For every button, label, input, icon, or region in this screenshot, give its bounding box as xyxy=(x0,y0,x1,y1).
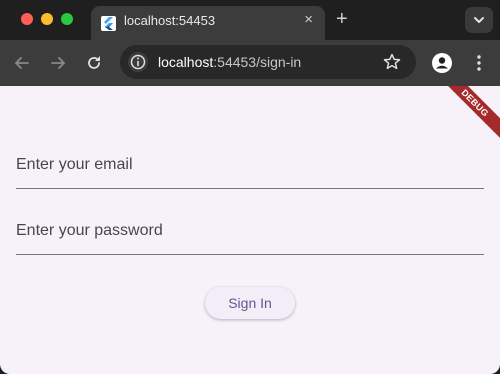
sign-in-page: Enter your email Enter your password Sig… xyxy=(0,86,500,374)
email-field[interactable]: Enter your email xyxy=(16,148,484,189)
browser-window: localhost:54453 × + localhost:54453/sign… xyxy=(0,0,500,374)
close-window-button[interactable] xyxy=(21,13,33,25)
sign-in-button[interactable]: Sign In xyxy=(205,287,295,319)
email-placeholder: Enter your email xyxy=(16,156,133,173)
bookmark-star-icon[interactable] xyxy=(382,52,402,72)
tab-title: localhost:54453 xyxy=(124,13,216,28)
tab-search-button[interactable] xyxy=(465,7,493,33)
url-path: :54453/sign-in xyxy=(213,54,302,70)
back-icon[interactable] xyxy=(12,53,32,73)
close-tab-icon[interactable]: × xyxy=(304,12,313,27)
site-info-icon[interactable] xyxy=(128,52,148,72)
menu-icon[interactable] xyxy=(469,53,489,73)
debug-banner: DEBUG xyxy=(431,86,500,147)
address-bar[interactable]: localhost:54453/sign-in xyxy=(120,45,416,79)
maximize-window-button[interactable] xyxy=(61,13,73,25)
profile-icon[interactable] xyxy=(431,52,453,74)
tab-strip: localhost:54453 × + xyxy=(0,0,500,40)
url-text: localhost:54453/sign-in xyxy=(158,54,301,70)
reload-icon[interactable] xyxy=(84,53,104,73)
minimize-window-button[interactable] xyxy=(41,13,53,25)
flutter-favicon xyxy=(101,16,116,31)
new-tab-icon[interactable]: + xyxy=(336,9,348,29)
browser-toolbar: localhost:54453/sign-in xyxy=(0,40,500,86)
chevron-down-icon xyxy=(474,17,484,23)
password-placeholder: Enter your password xyxy=(16,222,163,239)
password-field[interactable]: Enter your password xyxy=(16,214,484,255)
tab-localhost[interactable]: localhost:54453 × xyxy=(91,6,325,40)
url-host: localhost xyxy=(158,54,214,70)
forward-icon[interactable] xyxy=(48,53,68,73)
